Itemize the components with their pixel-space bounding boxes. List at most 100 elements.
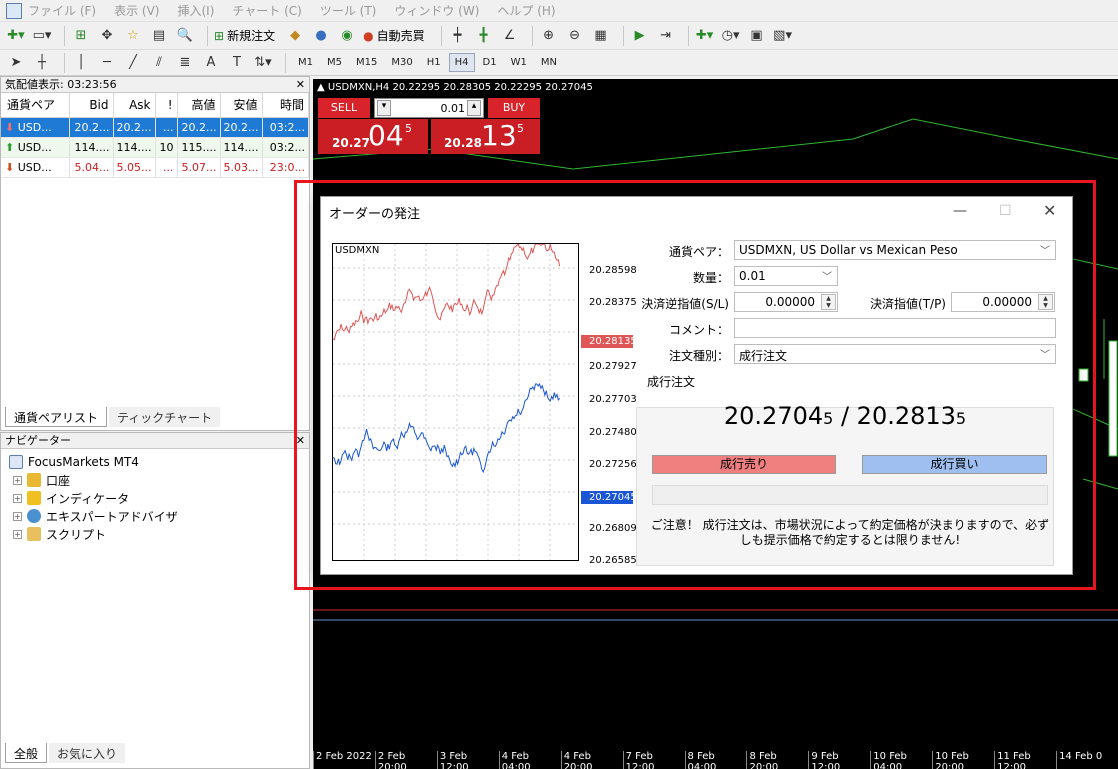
buy-price-big: 13 <box>481 119 517 152</box>
take-profit-input[interactable]: 0.00000 ▲ ▼ <box>951 292 1055 312</box>
chart-shift-icon[interactable]: ⇥ <box>656 26 676 46</box>
tester-icon[interactable]: 🔍 <box>175 26 195 46</box>
timeframe-h1[interactable]: H1 <box>421 53 447 72</box>
timeframe-m15[interactable]: M15 <box>350 53 383 72</box>
menu-view[interactable]: 表示 (V) <box>114 2 159 19</box>
cursor-icon[interactable]: ➤ <box>6 53 26 73</box>
tree-item-experts[interactable]: + エキスパートアドバイザ <box>9 507 301 525</box>
date-tick: 7 Feb 12:00 <box>622 751 685 769</box>
column-header[interactable]: 通貨ペア <box>1 93 70 118</box>
volume-select[interactable]: 0.01 ﹀ <box>734 266 838 286</box>
new-chart-icon[interactable]: ✚▾ <box>6 26 26 46</box>
tree-item-accounts[interactable]: + 口座 <box>9 471 301 489</box>
menu-chart[interactable]: チャート (C) <box>232 2 301 19</box>
text-label-icon[interactable]: T <box>227 53 247 73</box>
menu-window[interactable]: ウィンドウ (W) <box>394 2 479 19</box>
lot-down-icon[interactable]: ▾ <box>377 100 391 116</box>
column-header[interactable]: Ask <box>113 93 156 118</box>
bid-price-box: 20.27045 <box>581 491 637 504</box>
expand-icon[interactable]: + <box>13 475 22 485</box>
market-sell-button[interactable]: 成行売り <box>652 455 836 474</box>
symbol-select[interactable]: USDMXN, US Dollar vs Mexican Peso ﹀ <box>734 240 1056 260</box>
sell-button[interactable]: SELL <box>318 98 370 118</box>
properties-icon[interactable]: ▧▾ <box>773 26 793 46</box>
timeframe-m5[interactable]: M5 <box>321 53 348 72</box>
fibonacci-icon[interactable]: ≣ <box>175 53 195 73</box>
spin-arrows-icon[interactable]: ▲ ▼ <box>1038 294 1053 310</box>
column-header[interactable]: 安値 <box>220 93 263 118</box>
tree-item-scripts[interactable]: + スクリプト <box>9 525 301 543</box>
text-icon[interactable]: A <box>201 53 221 73</box>
column-header[interactable]: 時間 <box>262 93 309 118</box>
sell-price[interactable]: 20.27 04 5 <box>318 119 428 154</box>
line-chart-icon[interactable]: ∠ <box>500 26 520 46</box>
maximize-icon[interactable]: ☐ <box>999 203 1012 219</box>
horizontal-line-icon[interactable]: ─ <box>97 53 117 73</box>
tab-favorites[interactable]: お気に入り <box>49 743 126 763</box>
tab-tick-chart[interactable]: ティックチャート <box>109 407 221 427</box>
auto-trading-button[interactable]: ● 自動売買 <box>363 27 425 44</box>
order-type-select[interactable]: 成行注文 ﹀ <box>734 344 1056 364</box>
timeframe-d1[interactable]: D1 <box>477 53 503 72</box>
new-order-button[interactable]: ⊞ 新規注文 <box>214 27 275 44</box>
timeframe-m1[interactable]: M1 <box>292 53 319 72</box>
lot-up-icon[interactable]: ▴ <box>467 100 481 116</box>
spin-arrows-icon[interactable]: ▲ ▼ <box>821 294 836 310</box>
periods-icon[interactable]: ◷▾ <box>721 26 741 46</box>
lot-size-input[interactable]: 0.01 ▾ ▴ <box>374 98 484 118</box>
indicators-icon[interactable]: ✚▾ <box>695 26 715 46</box>
data-window-icon[interactable]: ✥ <box>97 26 117 46</box>
trendline-icon[interactable]: ╱ <box>123 53 143 73</box>
buy-price[interactable]: 20.28 13 5 <box>431 119 540 154</box>
zoom-out-icon[interactable]: ⊖ <box>565 26 585 46</box>
timeframe-m30[interactable]: M30 <box>385 53 418 72</box>
tree-root[interactable]: FocusMarkets MT4 <box>9 453 301 471</box>
menu-insert[interactable]: 挿入(I) <box>177 2 214 19</box>
collapse-icon[interactable]: ▲ <box>317 82 325 93</box>
column-header[interactable]: ! <box>155 93 178 118</box>
minimize-icon[interactable]: — <box>953 203 967 219</box>
tile-windows-icon[interactable]: ▦ <box>591 26 611 46</box>
signals-icon[interactable]: ● <box>311 26 331 46</box>
volume-select-value: 0.01 <box>739 269 766 283</box>
market-watch-icon[interactable]: ⊞ <box>71 26 91 46</box>
profiles-icon[interactable]: ▭▾ <box>32 26 52 46</box>
table-row[interactable]: ⬇ USD... 20.2... 20.2... ... 20.2... 20.… <box>1 117 309 138</box>
tab-symbols[interactable]: 通貨ペアリスト <box>5 407 108 427</box>
menu-help[interactable]: ヘルプ (H) <box>497 2 555 19</box>
expand-icon[interactable]: + <box>13 493 22 503</box>
terminal-icon[interactable]: ▤ <box>149 26 169 46</box>
market-icon[interactable]: ◉ <box>337 26 357 46</box>
auto-scroll-icon[interactable]: ▶ <box>630 26 650 46</box>
timeframe-h4[interactable]: H4 <box>448 53 475 72</box>
navigator-icon[interactable]: ☆ <box>123 26 143 46</box>
crosshair-icon[interactable]: ┼ <box>32 53 52 73</box>
arrows-icon[interactable]: ⇅▾ <box>253 53 273 73</box>
timeframe-mn[interactable]: MN <box>535 53 563 72</box>
tab-general[interactable]: 全般 <box>5 743 48 763</box>
column-header[interactable]: 高値 <box>177 93 221 118</box>
buy-button[interactable]: BUY <box>488 98 540 118</box>
bar-chart-icon[interactable]: ┿ <box>448 26 468 46</box>
expand-icon[interactable]: + <box>13 511 22 521</box>
stop-loss-input[interactable]: 0.00000 ▲ ▼ <box>734 292 838 312</box>
zoom-in-icon[interactable]: ⊕ <box>539 26 559 46</box>
menu-tools[interactable]: ツール (T) <box>320 2 377 19</box>
menu-file[interactable]: ファイル (F) <box>28 2 96 19</box>
timeframe-w1[interactable]: W1 <box>505 53 533 72</box>
templates-icon[interactable]: ▣ <box>747 26 767 46</box>
candlestick-icon[interactable]: ╋ <box>474 26 494 46</box>
vertical-line-icon[interactable]: │ <box>71 53 91 73</box>
comment-input[interactable] <box>734 318 1056 338</box>
close-icon[interactable]: ✕ <box>1043 201 1056 220</box>
equidistant-channel-icon[interactable]: ⫽ <box>149 53 169 73</box>
chevron-down-icon: ﹀ <box>822 272 832 283</box>
table-row[interactable]: ⬆ USD... 114.... 114.... 10 115.... 114.… <box>1 137 309 158</box>
close-icon[interactable]: ✕ <box>296 77 305 93</box>
column-header[interactable]: Bid <box>69 93 114 118</box>
market-buy-button[interactable]: 成行買い <box>862 455 1047 474</box>
expand-icon[interactable]: + <box>13 529 22 539</box>
metaeditor-icon[interactable]: ◆ <box>285 26 305 46</box>
tree-item-indicators[interactable]: + インディケータ <box>9 489 301 507</box>
table-row[interactable]: ⬇ USD... 5.04... 5.05... ... 5.07... 5.0… <box>1 157 309 178</box>
